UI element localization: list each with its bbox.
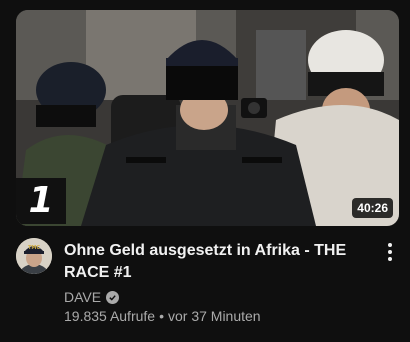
- thumbnail-scene: [16, 10, 399, 226]
- more-options-icon: [388, 243, 392, 247]
- channel-name: DAVE: [64, 289, 102, 305]
- video-thumbnail[interactable]: 1 40:26: [16, 10, 399, 226]
- channel-avatar[interactable]: TMC: [16, 238, 52, 274]
- cap-logo: TMC: [28, 245, 40, 251]
- more-options-dot: [388, 257, 392, 261]
- avatar-image: TMC: [16, 238, 52, 274]
- check-circle-icon: [106, 290, 120, 304]
- video-title[interactable]: Ohne Geld ausgesetzt in Afrika - THE RAC…: [64, 240, 374, 284]
- duration-badge: 40:26: [352, 198, 393, 218]
- video-metadata: 19.835 Aufrufe • vor 37 Minuten: [64, 308, 261, 324]
- view-count: 19.835 Aufrufe: [64, 308, 156, 324]
- meta-separator: •: [159, 308, 164, 324]
- more-options-button[interactable]: [382, 240, 398, 264]
- episode-number-badge: 1: [16, 178, 66, 224]
- channel-link[interactable]: DAVE: [64, 289, 120, 305]
- upload-age: vor 37 Minuten: [167, 308, 261, 324]
- more-options-dot: [388, 250, 392, 254]
